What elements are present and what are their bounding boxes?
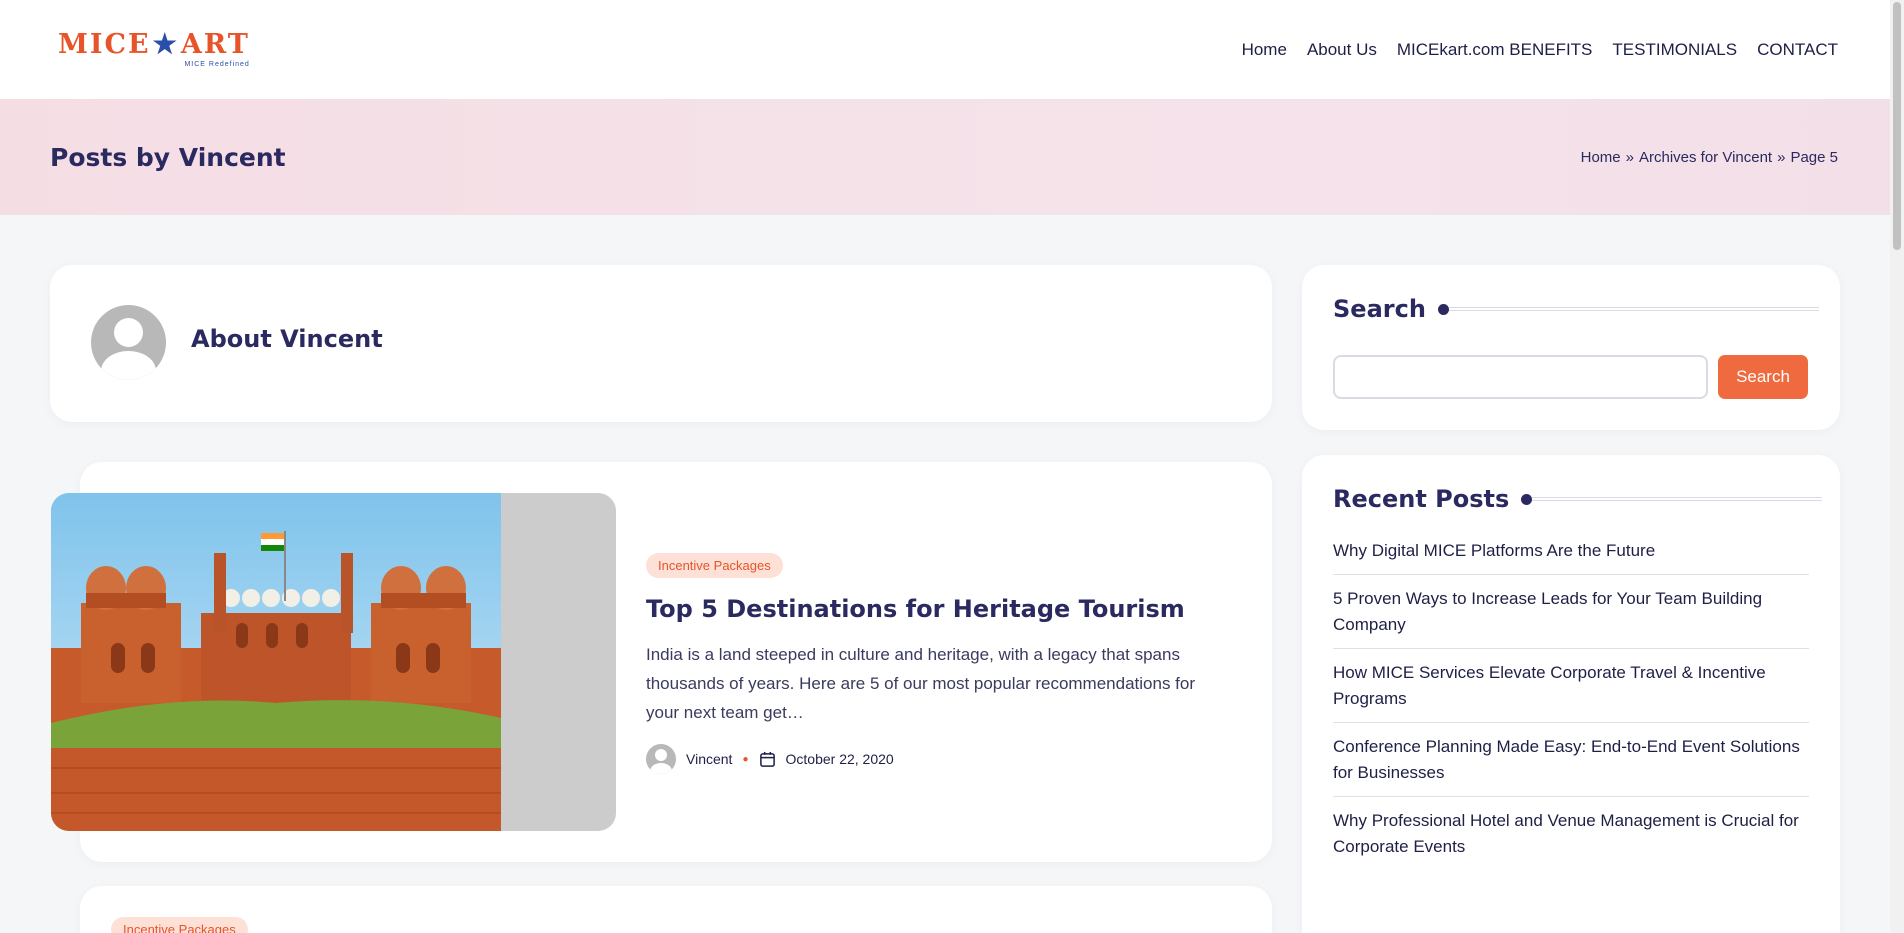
main-nav: Home About Us MICEkart.com BENEFITS TEST… xyxy=(1242,40,1838,60)
title-line-decoration xyxy=(1448,307,1819,311)
nav-benefits[interactable]: MICEkart.com BENEFITS xyxy=(1397,40,1593,60)
post-thumbnail[interactable] xyxy=(51,493,616,831)
page-banner: Posts by Vincent Home » Archives for Vin… xyxy=(0,99,1890,215)
calendar-icon xyxy=(759,751,775,767)
recent-posts-widget-title: Recent Posts xyxy=(1333,485,1823,513)
logo-tagline: MICE Redefined xyxy=(184,61,250,68)
recent-post-link[interactable]: 5 Proven Ways to Increase Leads for Your… xyxy=(1333,575,1809,649)
meta-dot-separator: ● xyxy=(742,753,749,765)
page-title: Posts by Vincent xyxy=(50,142,286,172)
post-meta: Vincent ● October 22, 2020 xyxy=(646,744,894,774)
breadcrumb: Home » Archives for Vincent » Page 5 xyxy=(1581,149,1838,166)
recent-posts-heading: Recent Posts xyxy=(1333,485,1510,513)
author-about-card: About Vincent xyxy=(50,265,1272,422)
nav-testimonials[interactable]: TESTIMONIALS xyxy=(1612,40,1737,60)
search-widget-title: Search xyxy=(1333,295,1819,323)
title-dot-decoration xyxy=(1437,303,1449,315)
recent-post-link[interactable]: How MICE Services Elevate Corporate Trav… xyxy=(1333,649,1809,723)
site-logo[interactable]: MICE★ART MICE Redefined xyxy=(58,31,250,68)
breadcrumb-separator: » xyxy=(1625,148,1634,166)
recent-posts-widget: Recent Posts Why Digital MICE Platforms … xyxy=(1302,455,1840,933)
site-header: MICE★ART MICE Redefined Home About Us MI… xyxy=(0,0,1890,99)
page-scrollbar[interactable] xyxy=(1890,0,1904,933)
search-input[interactable] xyxy=(1333,355,1708,399)
recent-posts-list: Why Digital MICE Platforms Are the Futur… xyxy=(1333,538,1809,870)
search-button[interactable]: Search xyxy=(1718,355,1808,399)
breadcrumb-archives[interactable]: Archives for Vincent xyxy=(1639,149,1772,166)
post-author[interactable]: Vincent xyxy=(686,751,732,767)
post-excerpt: India is a land steeped in culture and h… xyxy=(646,645,1196,722)
recent-post-link[interactable]: Why Digital MICE Platforms Are the Futur… xyxy=(1333,538,1809,575)
logo-star-icon: ★ xyxy=(152,29,179,60)
search-widget-heading: Search xyxy=(1333,295,1426,323)
breadcrumb-current: Page 5 xyxy=(1790,148,1838,166)
logo-text-part-2: ART xyxy=(180,29,250,60)
recent-post-link[interactable]: Why Professional Hotel and Venue Managem… xyxy=(1333,797,1809,870)
recent-post-link[interactable]: Conference Planning Made Easy: End-to-En… xyxy=(1333,723,1809,797)
red-fort-image xyxy=(51,493,501,831)
nav-home[interactable]: Home xyxy=(1242,40,1287,60)
title-dot-decoration xyxy=(1521,493,1533,505)
breadcrumb-separator: » xyxy=(1777,148,1786,166)
logo-text-part-1: MICE xyxy=(58,29,151,60)
author-avatar xyxy=(91,305,166,380)
post-author-avatar xyxy=(646,744,676,774)
post-date[interactable]: October 22, 2020 xyxy=(786,751,894,767)
nav-contact[interactable]: CONTACT xyxy=(1757,40,1838,60)
breadcrumb-home[interactable]: Home xyxy=(1581,149,1621,166)
nav-about-us[interactable]: About Us xyxy=(1307,40,1377,60)
author-about-title: About Vincent xyxy=(191,325,383,353)
next-post-category-badge[interactable]: Incentive Packages xyxy=(111,917,248,933)
logo-wordmark: MICE★ART xyxy=(58,31,250,58)
scrollbar-thumb[interactable] xyxy=(1893,2,1901,250)
search-widget: Search Search xyxy=(1302,265,1840,430)
post-title[interactable]: Top 5 Destinations for Heritage Tourism xyxy=(646,595,1185,623)
post-category-badge[interactable]: Incentive Packages xyxy=(646,553,783,578)
next-post-card xyxy=(80,886,1272,933)
title-line-decoration xyxy=(1532,497,1823,501)
